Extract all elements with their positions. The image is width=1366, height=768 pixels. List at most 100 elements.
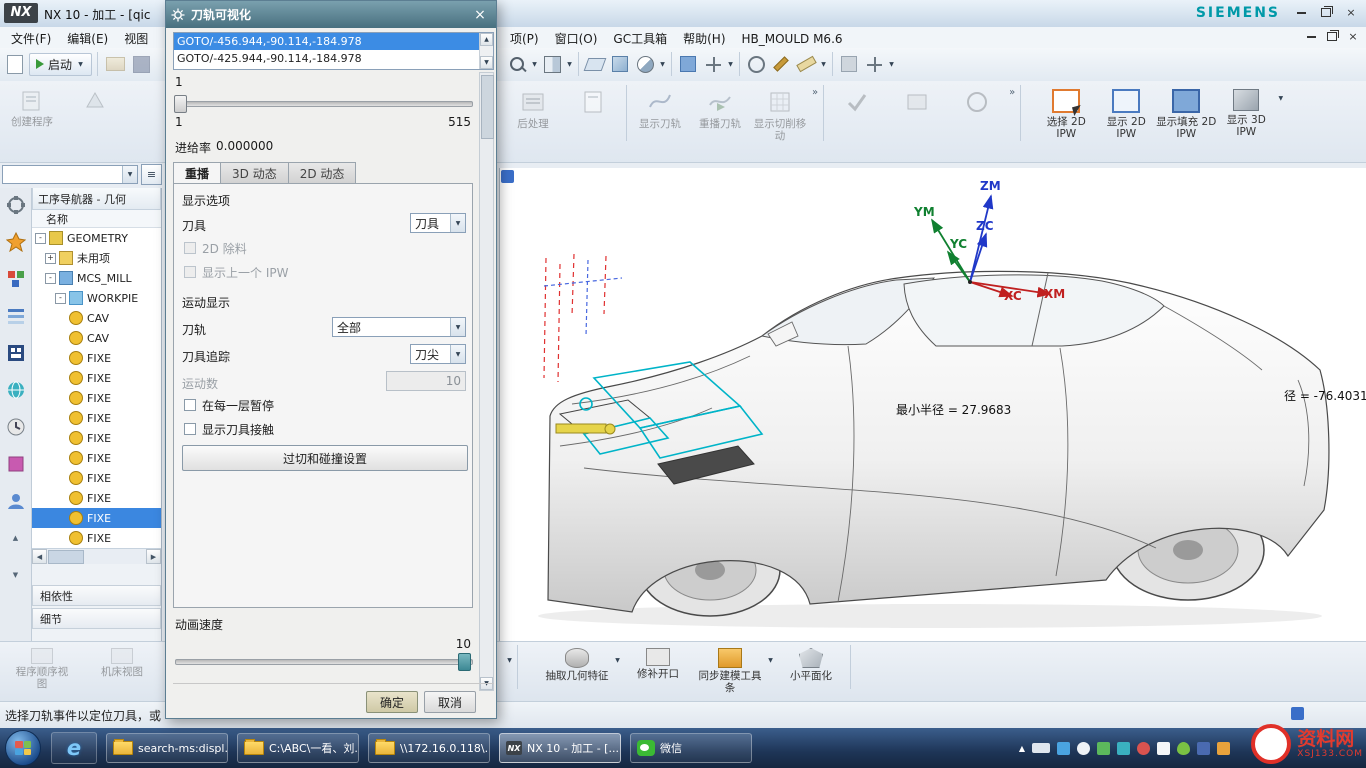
rotate-view-icon[interactable] (744, 52, 768, 76)
bottom-toolbar-caret-icon[interactable]: ▼ (505, 657, 514, 664)
constraint-caret-icon[interactable]: ▼ (887, 61, 896, 68)
goto-list-scrollbar[interactable]: ▲ ▼ (479, 33, 493, 69)
tool-dropdown[interactable]: 刀具 ▼ (410, 213, 466, 233)
postprocess-button[interactable]: 后处理 (503, 85, 563, 130)
tray-icon-green[interactable] (1097, 742, 1110, 755)
show-3d-ipw-button[interactable]: 显示 3D IPW (1216, 85, 1276, 138)
menu-edit[interactable]: 编辑(E) (60, 29, 115, 48)
show-2d-ipw-button[interactable]: 显示 2D IPW (1096, 85, 1156, 140)
tray-shield-icon[interactable] (1177, 742, 1190, 755)
tray-icon-orange[interactable] (1217, 742, 1230, 755)
expand-icon[interactable]: + (45, 253, 56, 264)
tree-row-operation[interactable]: FIXE (32, 368, 161, 388)
constraint-icon[interactable] (862, 52, 886, 76)
taskbar-item-nx[interactable]: NX NX 10 - 加工 - [... (499, 733, 621, 763)
grid-caret-icon[interactable]: ▼ (565, 61, 574, 68)
child-close-button[interactable]: × (1344, 29, 1362, 44)
scroll-up-icon[interactable]: ▲ (480, 33, 493, 46)
program-order-view-button[interactable]: 程序顺序视图 (6, 645, 78, 690)
find-caret-icon[interactable]: ▼ (530, 61, 539, 68)
tree-row-geometry[interactable]: - GEOMETRY (32, 228, 161, 248)
save-icon[interactable] (129, 52, 153, 76)
tree-row-operation-selected[interactable]: FIXE (32, 508, 161, 528)
scroll-down-icon[interactable]: ▼ (480, 56, 493, 69)
details-bar[interactable]: 细节 (32, 608, 161, 629)
open-file-icon[interactable] (103, 52, 127, 76)
show-toolpath-button[interactable]: 显示刀轨 (630, 85, 690, 130)
extract-geometry-button[interactable]: 抽取几何特征 (541, 645, 613, 682)
tree-row-operation[interactable]: FIXE (32, 448, 161, 468)
process-studio-icon[interactable] (5, 453, 27, 475)
solid-body-icon[interactable] (608, 52, 632, 76)
taskbar-item-abc-folder[interactable]: C:\ABC\一看、刘... (237, 733, 359, 763)
dropdown-caret-icon[interactable]: ▼ (450, 214, 465, 232)
tray-keyboard-icon[interactable] (1032, 743, 1050, 753)
simulate-button[interactable] (887, 85, 947, 115)
part-navigator-icon[interactable] (5, 268, 27, 290)
measure-caret-icon[interactable]: ▼ (819, 61, 828, 68)
find-command-icon[interactable] (505, 52, 529, 76)
display-mode-icon[interactable] (633, 52, 657, 76)
goto-line-selected[interactable]: GOTO/-456.944,-90.114,-184.978 (174, 33, 493, 50)
start-orb[interactable] (5, 730, 41, 766)
tree-row-operation[interactable]: FIXE (32, 528, 161, 548)
tray-icon-white[interactable] (1077, 742, 1090, 755)
new-file-icon[interactable] (3, 52, 27, 76)
tray-icon-blue[interactable] (1057, 742, 1070, 755)
toolpath-dropdown[interactable]: 全部 ▼ (332, 317, 466, 337)
orient-caret-icon[interactable]: ▼ (726, 61, 735, 68)
shop-doc-button[interactable] (563, 85, 623, 115)
2d-removal-checkbox[interactable] (184, 242, 196, 254)
combo-caret-icon[interactable]: ▼ (122, 166, 137, 183)
menu-preferences[interactable]: 项(P) (503, 29, 546, 48)
show-tool-contact-checkbox[interactable] (184, 423, 196, 435)
assembly-navigator-icon[interactable] (5, 194, 27, 216)
ok-button[interactable]: 确定 (366, 691, 418, 713)
tray-icon-teal[interactable] (1117, 742, 1130, 755)
playback-slider[interactable] (175, 101, 473, 107)
ie-taskbar-button[interactable]: e (51, 732, 97, 764)
tree-row-workpiece[interactable]: - WORKPIE (32, 288, 161, 308)
synchronous-modeling-button[interactable]: 同步建模工具条 (694, 645, 766, 694)
motion-count-field[interactable]: 10 (386, 371, 466, 391)
resource-bar-up-icon[interactable]: ▲ (5, 527, 27, 549)
menu-help[interactable]: 帮助(H) (676, 29, 732, 48)
animation-speed-slider[interactable] (175, 659, 473, 665)
resource-bar-down-icon[interactable]: ▼ (5, 564, 27, 586)
sketch-icon[interactable] (769, 52, 793, 76)
status-indicator-icon[interactable] (1291, 707, 1304, 720)
tree-row-operation[interactable]: FIXE (32, 468, 161, 488)
tree-row-operation[interactable]: CAV (32, 328, 161, 348)
machine-view-button[interactable]: 机床视图 (86, 645, 158, 678)
tray-icon-light[interactable] (1157, 742, 1170, 755)
show-last-ipw-checkbox[interactable] (184, 266, 196, 278)
scroll-thumb[interactable] (481, 75, 494, 139)
menu-hb-mould[interactable]: HB_MOULD M6.6 (735, 31, 850, 47)
goto-line[interactable]: GOTO/-425.944,-90.114,-184.978 (174, 50, 493, 67)
machine-sim-button[interactable] (947, 85, 1007, 115)
measure-icon[interactable] (794, 52, 818, 76)
dialog-scrollbar[interactable]: ▼ (479, 72, 494, 691)
cancel-button[interactable]: 取消 (424, 691, 476, 713)
extract-caret-icon[interactable]: ▼ (613, 657, 622, 664)
tree-row-unused[interactable]: + 未用项 (32, 248, 161, 268)
dropdown-caret-icon[interactable]: ▼ (450, 318, 465, 336)
dialog-title-bar[interactable]: 刀轨可视化 × (166, 1, 496, 28)
minimize-button[interactable] (1290, 4, 1312, 21)
taskbar-item-network-folder[interactable]: \\172.16.0.118\... (368, 733, 490, 763)
goto-list[interactable]: GOTO/-456.944,-90.114,-184.978 GOTO/-425… (173, 32, 494, 70)
pause-each-level-checkbox[interactable] (184, 399, 196, 411)
datum-plane-icon[interactable] (583, 52, 607, 76)
show-filled-2d-ipw-button[interactable]: 显示填充 2D IPW (1156, 85, 1216, 140)
navigator-hscrollbar[interactable]: ◀ ▶ (32, 548, 161, 564)
scroll-left-icon[interactable]: ◀ (32, 549, 47, 564)
history-icon[interactable] (5, 416, 27, 438)
tree-row-operation[interactable]: FIXE (32, 428, 161, 448)
replay-toolpath-button[interactable]: 重播刀轨 (690, 85, 750, 130)
facet-button[interactable]: 小平面化 (775, 645, 847, 682)
window-layout-icon[interactable] (676, 52, 700, 76)
toolbar-overflow-icon[interactable]: » (1009, 87, 1015, 98)
web-browser-icon[interactable] (5, 379, 27, 401)
show-cut-moves-button[interactable]: 显示切削移动 (750, 85, 810, 142)
menu-file[interactable]: 文件(F) (4, 29, 58, 48)
